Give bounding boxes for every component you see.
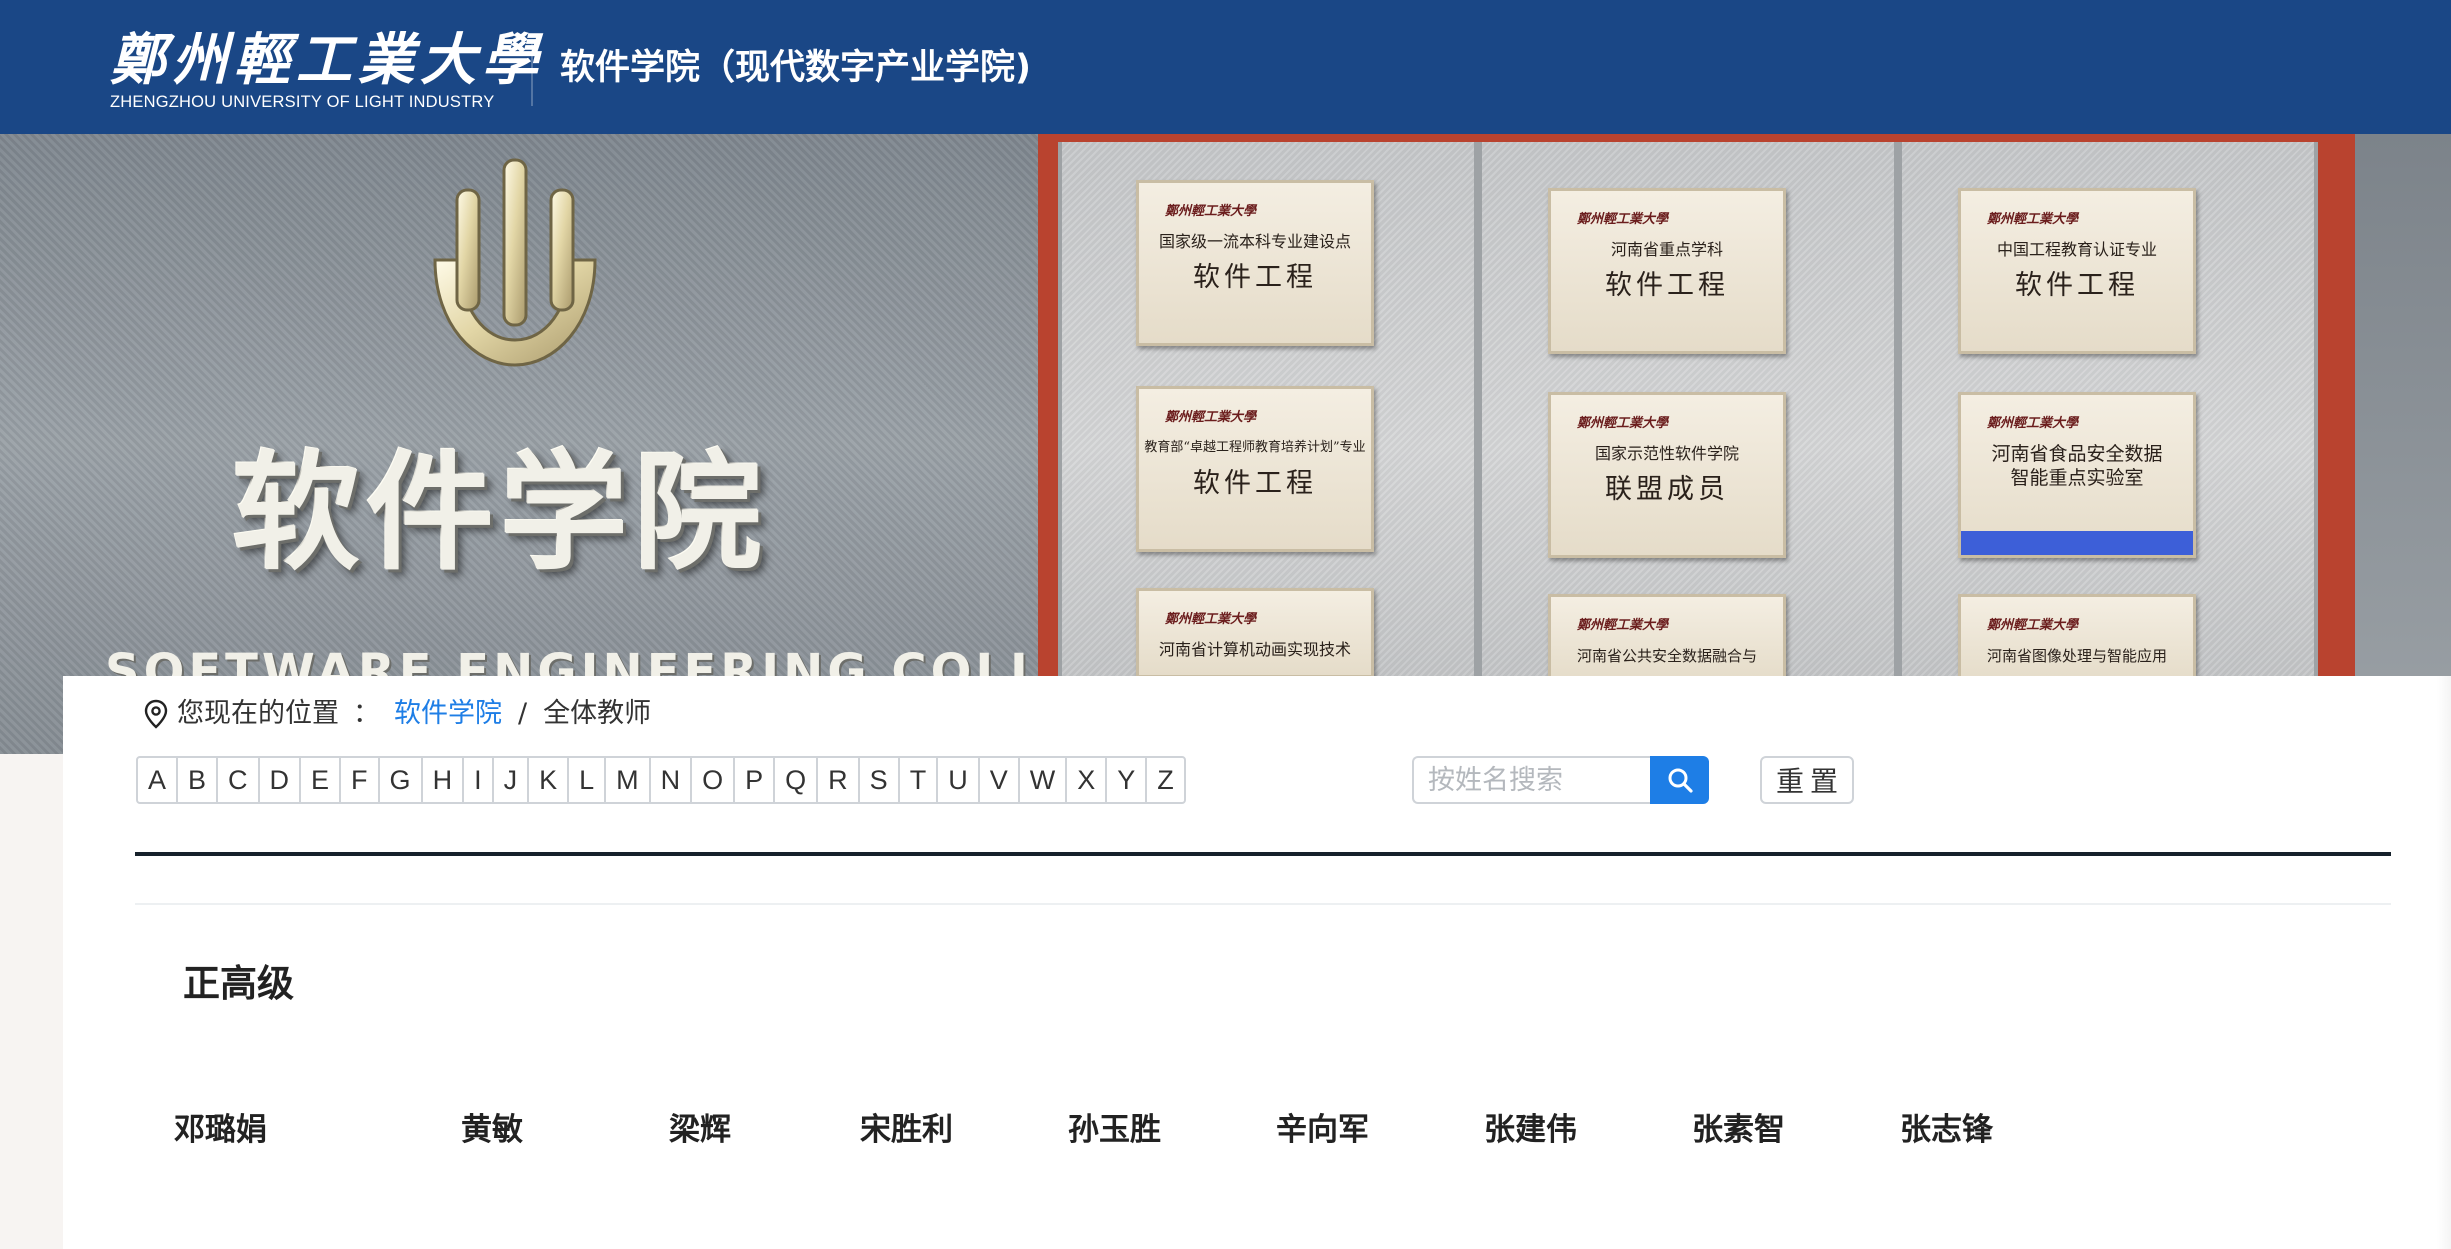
teacher-name-link[interactable]: 辛向军 [1276, 1108, 1369, 1152]
breadcrumb-colon: ： [353, 698, 380, 729]
letter-filter-h[interactable]: H [423, 758, 465, 802]
letter-filter-r[interactable]: R [818, 758, 860, 802]
teacher-name-link[interactable]: 张建伟 [1484, 1108, 1577, 1152]
letter-filter-s[interactable]: S [860, 758, 900, 802]
plaque-blue-strip [1961, 531, 2193, 555]
plaque-wall: 鄭州輕工業大學 国家级一流本科专业建设点 软件工程 鄭州輕工業大學 教育部“卓越… [1038, 134, 2451, 754]
location-pin-icon [144, 699, 168, 729]
letter-filter-w[interactable]: W [1020, 758, 1068, 802]
plaque: 鄭州輕工業大學 中国工程教育认证专业 软件工程 [1958, 188, 2196, 354]
letter-filter-p[interactable]: P [735, 758, 776, 802]
letter-filter-o[interactable]: O [692, 758, 736, 802]
letter-filter-v[interactable]: V [980, 758, 1020, 802]
breadcrumb-prefix: 您现在的位置 [177, 698, 339, 729]
letter-filter-y[interactable]: Y [1107, 758, 1148, 802]
letter-filter-d[interactable]: D [260, 758, 302, 802]
university-emblem-icon [433, 158, 597, 367]
letter-filter-j[interactable]: J [494, 758, 530, 802]
top-header: 鄭州輕工業大學 ZHENGZHOU UNIVERSITY OF LIGHT IN… [0, 0, 2451, 134]
teacher-directory-card: 您现在的位置 ： 软件学院 / 全体教师 A B C D E F G H I J… [63, 676, 2451, 1249]
divider-light [135, 903, 2391, 905]
divider-dark [135, 852, 2391, 856]
logo-english-name: ZHENGZHOU UNIVERSITY OF LIGHT INDUSTRY [110, 93, 495, 111]
breadcrumb-link-software-school[interactable]: 软件学院 [394, 696, 502, 732]
letter-filter-n[interactable]: N [651, 758, 693, 802]
plaque: 鄭州輕工業大學 国家示范性软件学院 联盟成员 [1548, 392, 1786, 558]
building-sign-chinese: 软件学院 [232, 439, 769, 588]
letter-filter-e[interactable]: E [301, 758, 342, 802]
card-edge-shadow [2437, 676, 2451, 1249]
letter-filter-u[interactable]: U [938, 758, 980, 802]
alphabet-filter: A B C D E F G H I J K L M N O P Q R S T … [136, 756, 1186, 804]
search-button[interactable] [1650, 756, 1709, 804]
letter-filter-f[interactable]: F [341, 758, 380, 802]
letter-filter-g[interactable]: G [380, 758, 423, 802]
teacher-name-link[interactable]: 邓璐娟 [174, 1108, 267, 1152]
plaque: 鄭州輕工業大學 河南省食品安全数据 智能重点实验室 [1958, 392, 2196, 558]
teacher-name-link[interactable]: 张志锋 [1900, 1108, 1993, 1152]
site-title[interactable]: 软件学院（现代数字产业学院) [560, 46, 1031, 90]
letter-filter-m[interactable]: M [606, 758, 651, 802]
letter-filter-i[interactable]: I [464, 758, 494, 802]
header-divider [531, 44, 533, 106]
breadcrumb-current: 全体教师 [543, 698, 652, 729]
section-title-senior: 正高级 [183, 962, 294, 1005]
logo-chinese-name: 鄭州輕工業大學 [110, 27, 544, 93]
plaque: 鄭州輕工業大學 河南省图像处理与智能应用 [1958, 594, 2196, 684]
name-search-input[interactable] [1412, 756, 1650, 804]
search-icon [1668, 768, 1693, 793]
teacher-name-link[interactable]: 宋胜利 [860, 1108, 953, 1152]
university-logo[interactable]: 鄭州輕工業大學 ZHENGZHOU UNIVERSITY OF LIGHT IN… [110, 27, 544, 114]
letter-filter-k[interactable]: K [529, 758, 570, 802]
letter-filter-a[interactable]: A [138, 758, 179, 802]
letter-filter-q[interactable]: Q [775, 758, 819, 802]
breadcrumb: 您现在的位置 ： 软件学院 / 全体教师 [143, 696, 651, 732]
teacher-name-link[interactable]: 黄敏 [461, 1108, 523, 1152]
letter-filter-t[interactable]: T [900, 758, 939, 802]
teacher-name-link[interactable]: 孙玉胜 [1068, 1108, 1161, 1152]
plaque: 鄭州輕工業大學 教育部“卓越工程师教育培养计划”专业 软件工程 [1136, 386, 1374, 552]
banner-edge-wall [2355, 134, 2451, 754]
letter-filter-x[interactable]: X [1067, 758, 1108, 802]
reset-button[interactable]: 重置 [1760, 756, 1854, 804]
letter-filter-l[interactable]: L [569, 758, 607, 802]
hero-banner: 软件学院 SOFTWARE ENGINEERING COLLEGE 鄭州輕工業大… [0, 134, 2451, 754]
letter-filter-c[interactable]: C [218, 758, 260, 802]
letter-filter-z[interactable]: Z [1147, 758, 1184, 802]
plaque: 鄭州輕工業大學 河南省公共安全数据融合与 [1548, 594, 1786, 684]
breadcrumb-separator: / [518, 698, 528, 729]
teacher-name-link[interactable]: 张素智 [1692, 1108, 1785, 1152]
teacher-name-link[interactable]: 梁辉 [669, 1108, 731, 1152]
plaque: 鄭州輕工業大學 国家级一流本科专业建设点 软件工程 [1136, 180, 1374, 346]
plaque: 鄭州輕工業大學 河南省计算机动画实现技术 [1136, 588, 1374, 678]
plaque: 鄭州輕工業大學 河南省重点学科 软件工程 [1548, 188, 1786, 354]
letter-filter-b[interactable]: B [178, 758, 219, 802]
